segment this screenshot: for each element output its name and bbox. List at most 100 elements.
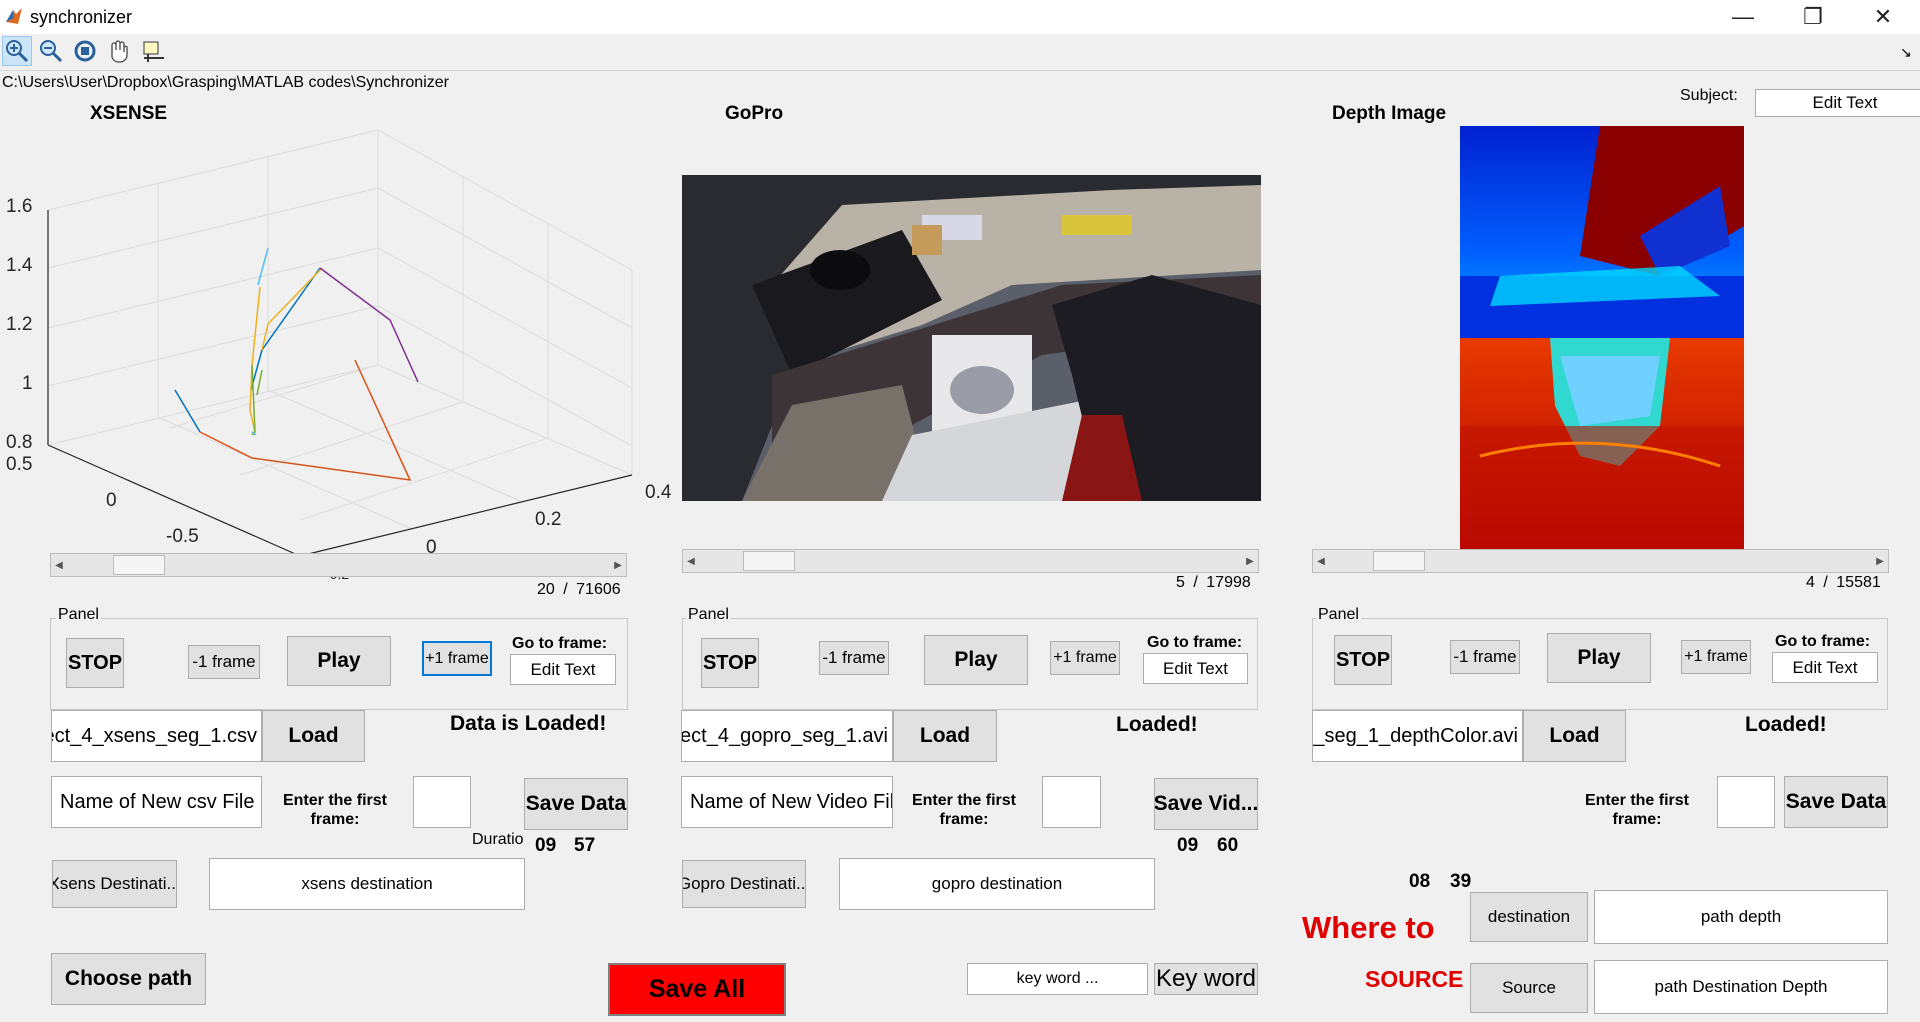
depth-play-button[interactable]: Play: [1547, 633, 1651, 683]
gopro-first-frame-field[interactable]: [1042, 776, 1101, 828]
depth-goto-frame-field[interactable]: Edit Text: [1772, 652, 1878, 683]
z-tick: 1.2: [6, 314, 33, 335]
goto-frame-label: Go to frame:: [1147, 634, 1243, 651]
gopro-destination-field[interactable]: gopro destination: [839, 858, 1155, 910]
gopro-heading: GoPro: [725, 103, 784, 124]
depth-save-data-button[interactable]: Save Data: [1784, 776, 1888, 828]
first-frame-label: Enter the first frame:: [282, 792, 387, 828]
xsens-frame-counter: 20 / 71606: [537, 581, 621, 599]
xsens-stop-button[interactable]: STOP: [66, 638, 124, 688]
xsens-destination-button[interactable]: Xsens Destinati...: [52, 860, 177, 908]
keyword-button[interactable]: Key word: [1154, 963, 1258, 995]
gopro-new-file-field[interactable]: Name of New Video File: [681, 776, 893, 828]
gopro-duration-seconds: 60: [1217, 835, 1239, 856]
gopro-file-field[interactable]: ect_4_gopro_seg_1.avi: [681, 710, 893, 762]
gopro-status: Loaded!: [1116, 713, 1198, 736]
panel-label: Panel: [1316, 606, 1361, 624]
keyword-field[interactable]: key word ...: [967, 963, 1148, 995]
restore-button[interactable]: ❐: [1784, 0, 1842, 34]
depth-load-button[interactable]: Load: [1523, 710, 1626, 762]
toolbar-dock-icon[interactable]: ↘: [1900, 44, 1912, 61]
subject-label: Subject:: [1680, 87, 1738, 104]
zoom-in-icon[interactable]: [2, 36, 32, 66]
subject-field[interactable]: Edit Text: [1755, 89, 1920, 117]
counter-separator: /: [1193, 574, 1198, 591]
slider-left-icon[interactable]: ◀: [1313, 550, 1329, 572]
xsens-load-button[interactable]: Load: [262, 710, 365, 762]
xsens-frame-slider[interactable]: ◀ ▶: [50, 553, 627, 577]
depth-minus-frame-button[interactable]: -1 frame: [1450, 640, 1520, 674]
x-tick: 0.4: [645, 482, 672, 503]
goto-frame-label: Go to frame:: [1775, 633, 1871, 650]
pan-hand-icon[interactable]: [104, 36, 134, 66]
slider-thumb[interactable]: [1373, 551, 1425, 571]
goto-frame-label: Go to frame:: [512, 635, 608, 652]
gopro-goto-frame-field[interactable]: Edit Text: [1143, 653, 1248, 684]
slider-left-icon[interactable]: ◀: [51, 554, 67, 576]
depth-frame-slider[interactable]: ◀ ▶: [1312, 549, 1889, 573]
zoom-out-icon[interactable]: [36, 36, 66, 66]
depth-stop-button[interactable]: STOP: [1334, 635, 1392, 685]
minimize-button[interactable]: —: [1714, 0, 1772, 34]
depth-frame-image: [1460, 126, 1744, 551]
z-tick: 1.4: [6, 255, 33, 276]
xsens-file-field[interactable]: ect_4_xsens_seg_1.csv: [51, 710, 262, 762]
xsens-save-data-button[interactable]: Save Data: [524, 778, 628, 830]
depth-file-field[interactable]: l_seg_1_depthColor.avi: [1312, 710, 1523, 762]
z-tick: 1.6: [6, 196, 33, 217]
z-tick: 1: [22, 373, 33, 394]
counter-separator: /: [1823, 574, 1828, 591]
y-tick: 0: [106, 490, 117, 511]
gopro-play-button[interactable]: Play: [924, 635, 1028, 685]
gopro-save-video-button[interactable]: Save Vid...: [1154, 778, 1258, 830]
depth-destination-button[interactable]: destination: [1470, 892, 1588, 942]
depth-plus-frame-button[interactable]: +1 frame: [1681, 640, 1751, 674]
xsens-play-button[interactable]: Play: [287, 636, 391, 686]
xsens-3d-axes[interactable]: [0, 120, 680, 590]
counter-separator: /: [563, 581, 568, 598]
gopro-stop-button[interactable]: STOP: [701, 638, 759, 688]
panel-label: Panel: [56, 606, 101, 624]
xsens-duration-seconds: 57: [574, 835, 596, 856]
depth-duration-minutes: 08: [1409, 871, 1431, 892]
depth-source-field[interactable]: path Destination Depth: [1594, 960, 1888, 1014]
depth-frame-counter: 4 / 15581: [1806, 574, 1881, 592]
depth-source-button[interactable]: Source: [1470, 963, 1588, 1013]
slider-left-icon[interactable]: ◀: [683, 550, 699, 572]
xsens-first-frame-field[interactable]: [413, 776, 471, 828]
gopro-load-button[interactable]: Load: [893, 710, 997, 762]
total-frames: 17998: [1206, 574, 1251, 591]
gopro-minus-frame-button[interactable]: -1 frame: [819, 641, 889, 675]
slider-thumb[interactable]: [743, 551, 795, 571]
where-to-label: Where to: [1302, 910, 1435, 945]
title-bar: [0, 0, 1920, 34]
gopro-frame-counter: 5 / 17998: [1176, 574, 1251, 592]
xsens-goto-frame-field[interactable]: Edit Text: [510, 654, 616, 685]
gopro-destination-button[interactable]: Gopro Destinati...: [682, 860, 806, 908]
panel-label: Panel: [686, 606, 731, 624]
slider-right-icon[interactable]: ▶: [610, 554, 626, 576]
slider-thumb[interactable]: [113, 555, 165, 575]
xsens-destination-field[interactable]: xsens destination: [209, 858, 525, 910]
depth-first-frame-field[interactable]: [1717, 776, 1775, 828]
slider-right-icon[interactable]: ▶: [1242, 550, 1258, 572]
gopro-frame-slider[interactable]: ◀ ▶: [682, 549, 1259, 573]
close-button[interactable]: ✕: [1854, 0, 1912, 34]
depth-destination-field[interactable]: path depth: [1594, 890, 1888, 944]
xsens-duration-minutes: 09: [535, 835, 557, 856]
xsens-new-file-field[interactable]: Name of New csv File: [51, 776, 262, 828]
xsens-plus-frame-button[interactable]: +1 frame: [422, 641, 492, 676]
slider-right-icon[interactable]: ▶: [1872, 550, 1888, 572]
first-frame-label: Enter the first frame:: [911, 792, 1016, 828]
depth-status: Loaded!: [1745, 713, 1827, 736]
depth-duration-seconds: 39: [1450, 871, 1472, 892]
save-all-button[interactable]: Save All: [608, 963, 786, 1016]
data-cursor-icon[interactable]: [138, 36, 168, 66]
y-tick: 0.5: [6, 454, 33, 475]
rotate-3d-icon[interactable]: [70, 36, 100, 66]
gopro-plus-frame-button[interactable]: +1 frame: [1050, 641, 1120, 675]
xsens-minus-frame-button[interactable]: -1 frame: [188, 645, 260, 679]
choose-path-button[interactable]: Choose path: [51, 953, 206, 1005]
duration-label: Duratio: [472, 831, 524, 848]
first-frame-label: Enter the first frame:: [1584, 792, 1689, 828]
